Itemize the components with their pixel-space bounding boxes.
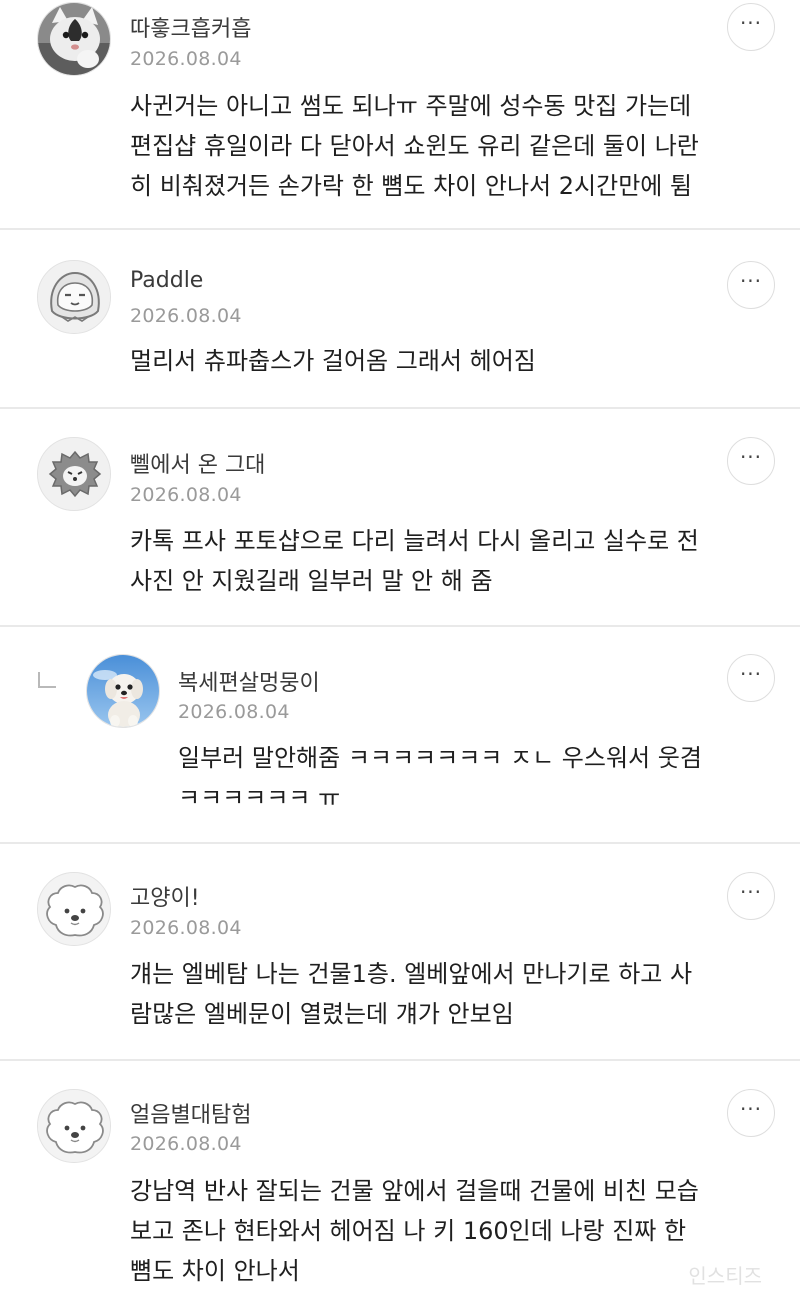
more-options-button[interactable]: ···	[727, 261, 775, 309]
more-options-button[interactable]: ···	[727, 437, 775, 485]
comment-line: 편집샵 휴일이라 다 닫아서 쇼윈도 유리 같은데 둘이 나란	[130, 132, 699, 160]
more-options-button[interactable]: ···	[727, 654, 775, 702]
comment-author[interactable]: Paddle	[130, 268, 203, 293]
more-dots-icon: ···	[739, 11, 763, 35]
comment-author[interactable]: 고양이!	[130, 880, 200, 912]
comment-body: 사귄거는 아니고 썸도 되나ㅠ 주말에 성수동 맛집 가는데 편집샵 휴일이라 …	[130, 86, 699, 206]
comment-line: 보고 존나 현타와서 헤어짐 나 키 160인데 나랑 진짜 한	[130, 1217, 687, 1245]
comment-item: 얼음별대탐험 2026.08.04 ··· 강남역 반사 잘되는 건물 앞에서 …	[0, 1061, 800, 1303]
puppy-photo-avatar-icon[interactable]	[86, 654, 160, 728]
comment-author[interactable]: 뻴에서 온 그대	[130, 447, 265, 479]
comment-date: 2026.08.04	[130, 305, 242, 327]
site-watermark: 인스티즈	[688, 1264, 762, 1288]
comment-author[interactable]: 얼음별대탐험	[130, 1097, 251, 1129]
comment-item: 고양이! 2026.08.04 ··· 걔는 엘베탐 나는 건물1층. 엘베앞에…	[0, 844, 800, 1059]
comment-line: 걔는 엘베탐 나는 건물1층. 엘베앞에서 만나기로 하고 사	[130, 960, 693, 988]
reply-comment-item: 복세편살멍뭉이 2026.08.04 ··· 일부러 말안해줌 ㅋㅋㅋㅋㅋㅋㅋ …	[0, 627, 800, 842]
comment-author[interactable]: 따흫크흡커흡	[130, 11, 251, 43]
hedgehog-avatar-icon[interactable]	[37, 437, 111, 511]
more-dots-icon: ···	[739, 269, 763, 293]
comment-body: 카톡 프사 포토샵으로 다리 늘려서 다시 올리고 실수로 전 사진 안 지웠길…	[130, 521, 699, 601]
comment-item: 뻴에서 온 그대 2026.08.04 ··· 카톡 프사 포토샵으로 다리 늘…	[0, 409, 800, 625]
comment-line: 사진 안 지웠길래 일부러 말 안 해 줌	[130, 567, 493, 595]
more-dots-icon: ···	[739, 662, 763, 686]
comment-body: 걔는 엘베탐 나는 건물1층. 엘베앞에서 만나기로 하고 사 람많은 엘베문이…	[130, 954, 692, 1034]
hooded-character-avatar-icon[interactable]	[37, 260, 111, 334]
comment-line: 히 비춰졌거든 손가락 한 뼘도 차이 안나서 2시간만에 튐	[130, 172, 693, 200]
comment-item: 따흫크흡커흡 2026.08.04 ··· 사귄거는 아니고 썸도 되나ㅠ 주말…	[0, 0, 800, 228]
comment-date: 2026.08.04	[130, 484, 242, 506]
comment-line: 뼘도 차이 안나서	[130, 1257, 300, 1285]
more-options-button[interactable]: ···	[727, 872, 775, 920]
reply-indent-icon	[38, 672, 56, 688]
more-dots-icon: ···	[739, 445, 763, 469]
comment-line: ㅋㅋㅋㅋㅋㅋ ㅠ	[178, 784, 341, 812]
comment-date: 2026.08.04	[130, 48, 242, 70]
comment-line: 람많은 엘베문이 열렸는데 걔가 안보임	[130, 1000, 514, 1028]
more-dots-icon: ···	[739, 880, 763, 904]
comment-body: 일부러 말안해줌 ㅋㅋㅋㅋㅋㅋㅋ ㅈㄴ 우스워서 웃겸 ㅋㅋㅋㅋㅋㅋ ㅠ	[178, 738, 702, 818]
comment-line: 강남역 반사 잘되는 건물 앞에서 걸을때 건물에 비친 모습	[130, 1177, 699, 1205]
fluffy-dog-avatar-icon[interactable]	[37, 872, 111, 946]
more-dots-icon: ···	[739, 1097, 763, 1121]
comment-date: 2026.08.04	[130, 917, 242, 939]
comment-line: 일부러 말안해줌 ㅋㅋㅋㅋㅋㅋㅋ ㅈㄴ 우스워서 웃겸	[178, 744, 702, 772]
comment-line: 카톡 프사 포토샵으로 다리 늘려서 다시 올리고 실수로 전	[130, 527, 699, 555]
comment-author[interactable]: 복세편살멍뭉이	[178, 665, 320, 697]
more-options-button[interactable]: ···	[727, 1089, 775, 1137]
comment-line: 사귄거는 아니고 썸도 되나ㅠ 주말에 성수동 맛집 가는데	[130, 92, 692, 120]
comment-body: 강남역 반사 잘되는 건물 앞에서 걸을때 건물에 비친 모습 보고 존나 현타…	[130, 1171, 699, 1291]
cat-photo-avatar-icon[interactable]	[37, 2, 111, 76]
comment-body: 멀리서 츄파춥스가 걸어옴 그래서 헤어짐	[130, 341, 536, 381]
more-options-button[interactable]: ···	[727, 3, 775, 51]
comment-item: Paddle 2026.08.04 ··· 멀리서 츄파춥스가 걸어옴 그래서 …	[0, 230, 800, 407]
fluffy-dog-avatar-icon[interactable]	[37, 1089, 111, 1163]
comment-line: 멀리서 츄파춥스가 걸어옴 그래서 헤어짐	[130, 347, 536, 375]
comment-date: 2026.08.04	[178, 701, 290, 723]
comment-date: 2026.08.04	[130, 1133, 242, 1155]
